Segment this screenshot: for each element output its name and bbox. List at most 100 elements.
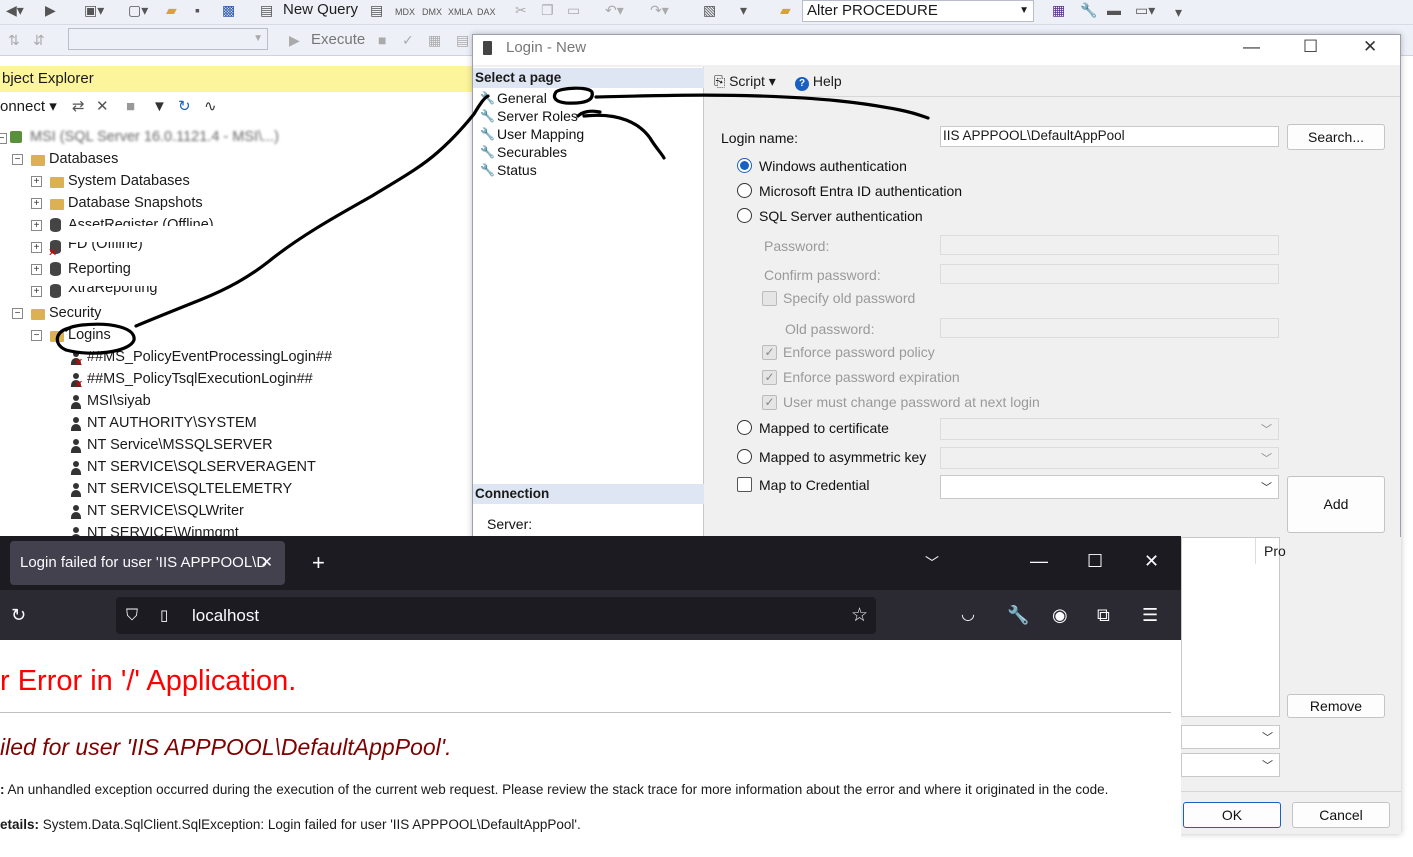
url-bar[interactable]: ⛉ ▯ localhost ☆ [116,597,876,634]
reporting-node[interactable]: Reporting [68,259,131,279]
new-query-button[interactable]: New Query [283,0,358,20]
system-databases-node[interactable]: System Databases [68,171,190,191]
collapse-toggle[interactable]: − [12,154,23,165]
wrench-icon[interactable]: 🔧 [1007,604,1029,626]
page-general[interactable]: General [497,89,547,107]
menu-icon[interactable]: ☰ [1142,604,1158,626]
login-item[interactable]: ##MS_PolicyTsqlExecutionLogin## [87,369,313,389]
certificate-select[interactable]: ﹀ [940,418,1279,440]
toolbar-options-icon[interactable]: ▾ [1175,2,1182,22]
dax-query-button[interactable]: DAX [477,2,496,22]
expand-toggle[interactable]: + [31,242,42,253]
login-item[interactable]: NT SERVICE\SQLSERVERAGENT [87,457,316,477]
page-info-icon[interactable]: ▯ [160,597,168,634]
maximize-icon[interactable]: ☐ [1303,37,1318,57]
disconnect-icon[interactable]: ⇵ [33,30,45,50]
activity-monitor-icon[interactable]: ∿ [204,94,217,120]
database-snapshots-node[interactable]: Database Snapshots [68,193,203,213]
reload-icon[interactable]: ↻ [11,604,26,626]
map-credential-checkbox[interactable] [737,477,752,492]
new-tab-icon[interactable]: + [312,552,325,574]
stop-icon[interactable]: ■ [378,30,386,50]
redo-icon[interactable]: ↷▾ [650,0,669,20]
add-credential-button[interactable]: Add [1287,476,1385,533]
logins-node[interactable]: Logins [68,325,111,345]
confirm-password-input[interactable] [940,264,1279,284]
login-item[interactable]: NT Service\MSSQLSERVER [87,435,273,455]
server-node[interactable]: MSI (SQL Server 16.0.1121.4 - MSI\...) [30,127,279,147]
login-item[interactable]: NT SERVICE\Winmgmt [87,523,239,536]
refresh-icon[interactable]: ↻ [178,94,191,120]
pocket-icon[interactable]: ◡ [961,604,975,626]
help-button[interactable]: ? Help [795,73,842,91]
dmx-query-button[interactable]: DMX [422,2,442,22]
save-icon[interactable]: ▪ [195,0,200,20]
connect-object-icon[interactable]: ⇄ [72,94,85,120]
provider-column-header[interactable]: Pro [1255,538,1286,564]
browser-tab[interactable]: Login failed for user 'IIS APPPOOL\D ✕ [10,541,285,585]
old-password-input[interactable] [940,318,1279,338]
close-icon[interactable]: ✕ [1363,37,1377,57]
connect-icon[interactable]: ⇅ [8,30,20,50]
shield-icon[interactable]: ⛉ [126,597,138,634]
parse-icon[interactable]: ✓ [402,30,414,50]
script-button[interactable]: ⎘ Script ▾ [714,73,776,90]
cancel-button[interactable]: Cancel [1292,802,1390,828]
page-server-roles[interactable]: Server Roles [497,107,578,125]
find-icon[interactable]: ▰ [780,0,791,20]
stop-icon[interactable]: ■ [126,94,135,120]
extensions-icon[interactable]: ⧉ [1097,604,1110,626]
expand-toggle[interactable]: + [31,286,42,297]
minimize-icon[interactable]: — [1243,37,1260,57]
undo-icon[interactable]: ↶▾ [605,0,624,20]
expand-toggle[interactable]: + [31,176,42,187]
login-item[interactable]: NT SERVICE\SQLTELEMETRY [87,479,292,499]
collapse-toggle[interactable]: − [0,133,7,144]
page-status[interactable]: Status [497,161,537,179]
new-query-icon[interactable]: ▤ [260,0,273,20]
connect-button[interactable]: onnect ▾ [0,94,57,120]
available-databases-combo[interactable]: ▼ [68,28,268,50]
mdx-query-button[interactable]: MDX [395,2,415,22]
login-item[interactable]: NT SERVICE\SQLWriter [87,501,244,521]
collapse-toggle[interactable]: − [12,308,23,319]
entra-auth-radio[interactable] [737,183,752,198]
credential-list[interactable]: Pro [1181,537,1286,717]
paste-icon[interactable]: ▭ [567,0,580,20]
bookmark-star-icon[interactable]: ☆ [851,597,868,634]
expand-toggle[interactable]: + [31,264,42,275]
search-button[interactable]: Search... [1287,124,1385,150]
execute-icon[interactable]: ▶ [289,30,300,50]
command-window-icon[interactable]: ▭▾ [1135,0,1155,20]
collapse-toggle[interactable]: − [31,330,42,341]
toolbox-icon[interactable]: ▬ [1107,0,1121,20]
databases-node[interactable]: Databases [49,149,118,169]
add-item-icon[interactable]: ▢▾ [128,0,148,20]
display-plan-icon[interactable]: ▦ [428,30,441,50]
enforce-expiration-checkbox[interactable]: ✓ [762,370,777,385]
security-node[interactable]: Security [49,303,101,323]
disconnect-object-icon[interactable]: ✕ [96,94,109,120]
page-securables[interactable]: Securables [497,143,567,161]
default-database-select[interactable]: ﹀ [1181,725,1280,749]
overflow-icon[interactable]: ▾ [740,0,747,20]
query-designer-icon[interactable]: ▤ [456,30,469,50]
windows-auth-radio[interactable] [737,158,752,173]
account-icon[interactable]: ◉ [1052,604,1068,626]
expand-toggle[interactable]: + [31,198,42,209]
find-combo[interactable]: Alter PROCEDURE ▼ [802,0,1034,22]
execute-button[interactable]: Execute [311,30,365,50]
xmla-query-button[interactable]: XMLA [448,2,473,22]
sql-auth-radio[interactable] [737,208,752,223]
database-engine-query-icon[interactable]: ▤ [370,0,383,20]
default-language-select[interactable]: ﹀ [1181,753,1280,777]
maximize-icon[interactable]: ☐ [1087,550,1103,572]
open-file-icon[interactable]: ▰ [166,0,177,20]
asymmetric-key-select[interactable]: ﹀ [940,447,1279,469]
mapped-certificate-radio[interactable] [737,420,752,435]
xtrareporting-node[interactable]: XtraReporting [68,286,157,295]
ok-button[interactable]: OK [1183,802,1281,828]
solution-explorer-icon[interactable]: ▦ [1052,0,1065,20]
page-user-mapping[interactable]: User Mapping [497,125,584,143]
minimize-icon[interactable]: — [1030,550,1048,572]
